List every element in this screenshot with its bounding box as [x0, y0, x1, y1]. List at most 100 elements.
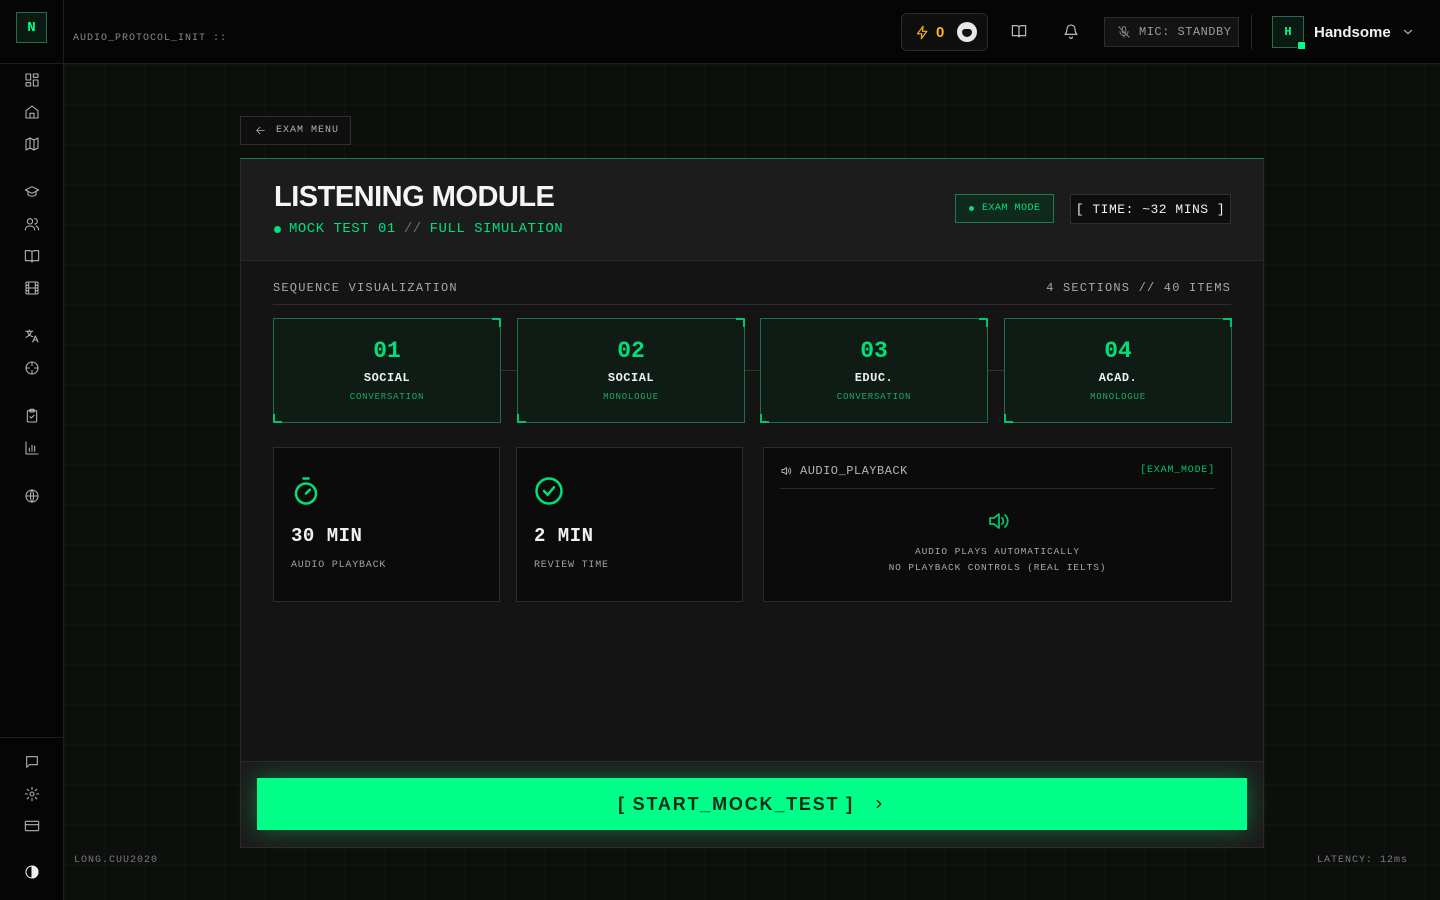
user-menu[interactable]: H Handsome — [1272, 16, 1415, 50]
sidebar-item-billing[interactable] — [23, 817, 41, 835]
badge-dot — [969, 206, 974, 211]
section-type: MONOLOGUE — [603, 392, 659, 402]
audio-panel-header: AUDIO_PLAYBACK — [780, 464, 908, 478]
user-name: Handsome — [1314, 23, 1391, 41]
section-type: CONVERSATION — [836, 392, 912, 402]
stat-label: REVIEW TIME — [534, 560, 609, 571]
top-header: AUDIO_PROTOCOL_INIT :: 0 MIC: STANDBY H … — [64, 0, 1440, 64]
theme-toggle-icon — [25, 865, 39, 879]
notifications-button[interactable] — [1063, 23, 1081, 41]
mic-status-button[interactable]: MIC: STANDBY — [1104, 17, 1239, 47]
volume-icon — [989, 513, 1009, 529]
start-mock-test-button[interactable]: [ START_MOCK_TEST ] — [257, 778, 1247, 830]
sidebar-item-stats[interactable] — [23, 439, 41, 457]
protocol-label: AUDIO_PROTOCOL_INIT :: — [73, 33, 228, 44]
book-icon — [24, 250, 40, 263]
sidebar-divider — [0, 63, 63, 64]
sidebar-divider — [0, 737, 63, 738]
subtitle-separator: // — [403, 221, 422, 237]
film-icon — [25, 281, 39, 295]
theme-toggle[interactable] — [23, 863, 41, 881]
sidebar-item-tests[interactable] — [23, 407, 41, 425]
back-label: EXAM MENU — [276, 125, 340, 136]
arrow-left-icon — [256, 126, 265, 135]
section-number: 02 — [617, 338, 645, 364]
message-icon — [26, 756, 38, 768]
stat-card-audio: 30 MIN AUDIO PLAYBACK — [273, 447, 500, 602]
module-subtitle: MOCK TEST 01 // FULL SIMULATION — [274, 221, 563, 237]
time-badge: [ TIME: ~32 MINS ] — [1070, 194, 1231, 224]
status-dot — [274, 225, 281, 233]
graduation-cap-icon — [24, 186, 40, 197]
section-type: CONVERSATION — [349, 392, 425, 402]
sequence-label: SEQUENCE VISUALIZATION — [273, 281, 458, 295]
section-name: EDUC. — [854, 371, 894, 385]
map-icon — [25, 137, 39, 151]
section-name: SOCIAL — [363, 371, 411, 385]
sidebar-item-target[interactable] — [23, 359, 41, 377]
bar-chart-icon — [25, 441, 39, 455]
sidebar-item-library[interactable] — [23, 247, 41, 265]
sidebar-item-translate[interactable] — [23, 327, 41, 345]
sidebar-item-home[interactable] — [23, 103, 41, 121]
section-name: ACAD. — [1098, 371, 1138, 385]
stat-card-review: 2 MIN REVIEW TIME — [516, 447, 743, 602]
section-type: MONOLOGUE — [1090, 392, 1146, 402]
section-number: 01 — [373, 338, 401, 364]
section-card-4: 04 ACAD. MONOLOGUE — [1004, 318, 1232, 423]
sidebar-item-videos[interactable] — [23, 279, 41, 297]
exam-mode-label: EXAM MODE — [982, 203, 1041, 214]
audio-note-line-1: AUDIO PLAYS AUTOMATICALLY — [914, 546, 1081, 557]
clipboard-icon — [26, 408, 38, 423]
sidebar-item-courses[interactable] — [23, 183, 41, 201]
audio-note-line-2: NO PLAYBACK CONTROLS (REAL IELTS) — [888, 562, 1107, 573]
chevron-right-icon — [876, 799, 882, 809]
audio-playback-panel: AUDIO_PLAYBACK [EXAM_MODE] AUDIO PLAYS A… — [763, 447, 1232, 602]
section-card-1: 01 SOCIAL CONVERSATION — [273, 318, 501, 423]
header-divider — [1251, 15, 1252, 49]
check-circle-icon — [535, 477, 563, 505]
subtitle-test: MOCK TEST 01 — [289, 221, 396, 237]
sidebar-item-messages[interactable] — [23, 753, 41, 771]
cta-footer: [ START_MOCK_TEST ] — [241, 761, 1263, 847]
exam-mode-badge: EXAM MODE — [955, 194, 1054, 223]
mascot-avatar-icon — [957, 22, 978, 42]
users-icon — [24, 218, 40, 231]
page-title: LISTENING MODULE — [274, 181, 555, 213]
chevron-down-icon — [1403, 29, 1412, 35]
mic-status-label: MIC: STANDBY — [1139, 25, 1232, 39]
sidebar-item-users[interactable] — [23, 215, 41, 233]
home-icon — [25, 105, 39, 119]
speaker-icon — [781, 467, 792, 475]
audio-panel-title: AUDIO_PLAYBACK — [800, 464, 908, 478]
footer-latency: LATENCY: 12ms — [1316, 855, 1408, 866]
bell-icon — [1064, 24, 1078, 39]
app-logo[interactable]: N — [16, 12, 47, 43]
energy-count: 0 — [936, 23, 945, 41]
sidebar-item-dashboard[interactable] — [23, 71, 41, 89]
timer-icon — [294, 477, 318, 505]
dashboard-icon — [25, 73, 39, 87]
avatar: H — [1272, 16, 1306, 50]
audio-mode-tag: [EXAM_MODE] — [1140, 465, 1215, 476]
exam-menu-back-button[interactable]: EXAM MENU — [240, 116, 351, 145]
mic-off-icon — [1118, 26, 1130, 38]
energy-counter[interactable]: 0 — [901, 13, 988, 51]
section-card-3: 03 EDUC. CONVERSATION — [760, 318, 988, 423]
start-mock-test-label: [ START_MOCK_TEST ] — [618, 793, 854, 814]
crosshair-icon — [25, 361, 39, 375]
credit-card-icon — [24, 820, 40, 832]
card-header: LISTENING MODULE MOCK TEST 01 // FULL SI… — [241, 159, 1263, 261]
sidebar-item-settings[interactable] — [23, 785, 41, 803]
globe-icon — [25, 489, 39, 503]
section-card-2: 02 SOCIAL MONOLOGUE — [517, 318, 745, 423]
lightning-icon — [916, 25, 928, 39]
sidebar-item-language[interactable] — [23, 487, 41, 505]
sequence-count: 4 SECTIONS // 40 ITEMS — [1046, 281, 1231, 295]
section-number: 04 — [1104, 338, 1132, 364]
stat-value: 30 MIN — [291, 525, 363, 547]
sequence-divider — [273, 304, 1231, 305]
sidebar-item-map[interactable] — [23, 135, 41, 153]
dictionary-button[interactable] — [1011, 23, 1029, 41]
open-book-icon — [1011, 25, 1027, 38]
